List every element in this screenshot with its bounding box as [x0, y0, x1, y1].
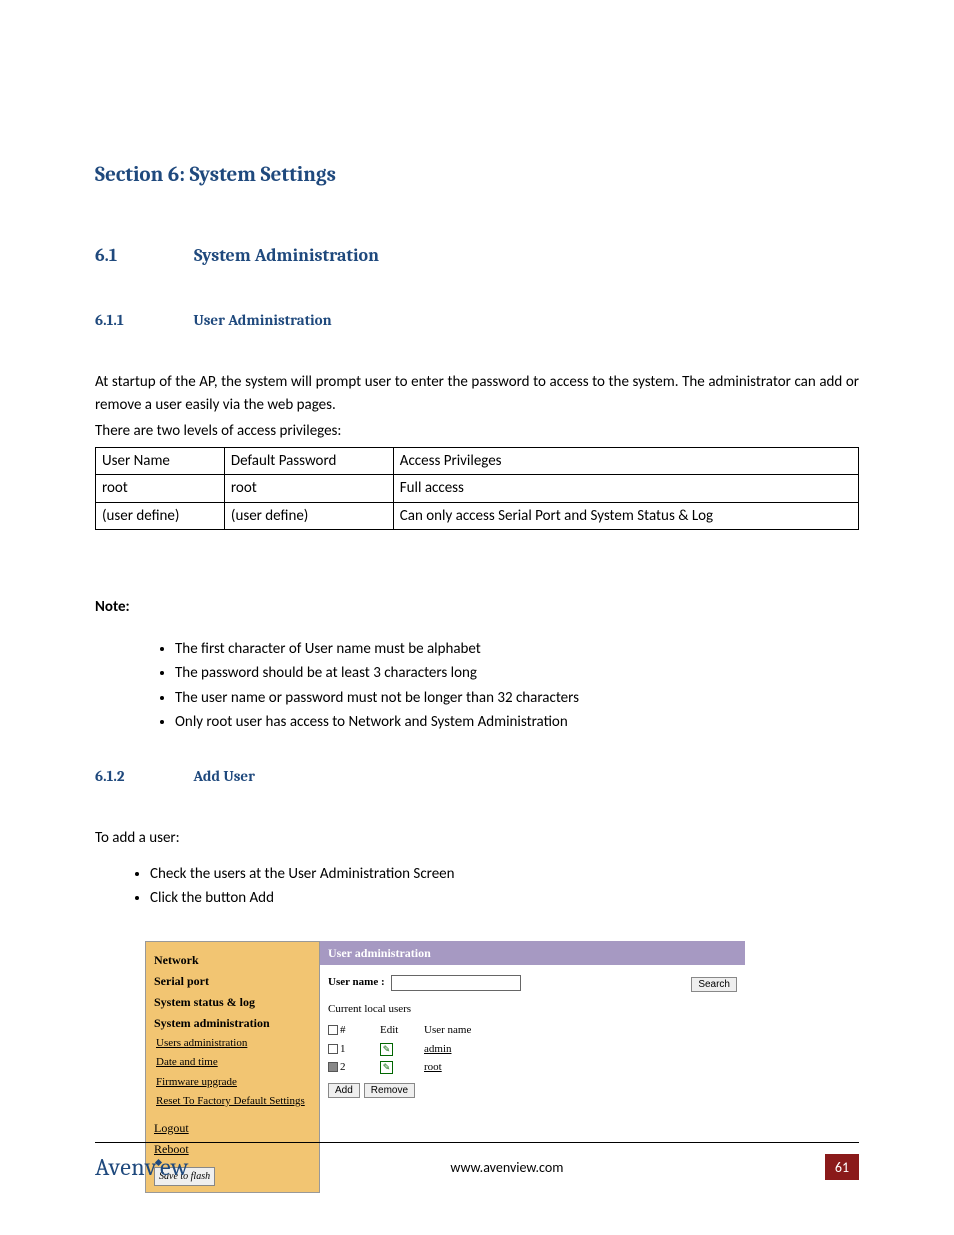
nav-system-admin[interactable]: System administration — [154, 1014, 311, 1032]
list-item: The password should be at least 3 charac… — [175, 661, 859, 686]
nav-serial-port[interactable]: Serial port — [154, 972, 311, 990]
row-index: 2 — [340, 1059, 346, 1076]
h3b-number: 6.1.2 — [95, 765, 190, 788]
row-index: 1 — [340, 1041, 346, 1058]
edit-icon[interactable]: ✎ — [380, 1061, 393, 1074]
list-item: The first character of User name must be… — [175, 637, 859, 662]
add-button[interactable]: Add — [328, 1083, 360, 1098]
note-list: The first character of User name must be… — [175, 637, 859, 735]
list-item: Only root user has access to Network and… — [175, 710, 859, 735]
privilege-intro: There are two levels of access privilege… — [95, 420, 859, 443]
current-users-heading: Current local users — [328, 1001, 737, 1018]
cell: (user define) — [224, 502, 393, 530]
brand-part-b: ew — [160, 1153, 189, 1181]
nav-system-status[interactable]: System status & log — [154, 993, 311, 1011]
nav-network[interactable]: Network — [154, 951, 311, 969]
privilege-table: User Name Default Password Access Privil… — [95, 447, 859, 531]
table-row: (user define) (user define) Can only acc… — [96, 502, 859, 530]
cell: root — [224, 475, 393, 503]
edit-icon[interactable]: ✎ — [380, 1043, 393, 1056]
h2-number: 6.1 — [95, 242, 190, 269]
brand-logo: Avenvew — [95, 1149, 189, 1185]
cell: Full access — [393, 475, 858, 503]
note-heading: Note: — [95, 596, 859, 619]
user-checkbox[interactable] — [328, 1062, 338, 1072]
h3a-number: 6.1.1 — [95, 309, 190, 332]
brand-part-a: Avenv — [95, 1153, 157, 1181]
username-label: User name : — [328, 974, 385, 991]
intro-paragraph: At startup of the AP, the system will pr… — [95, 371, 859, 416]
nav-users-admin[interactable]: Users administration — [156, 1035, 311, 1052]
list-item: Click the button Add — [150, 886, 859, 911]
user-row: 2 ✎ root — [328, 1058, 737, 1077]
h2-text: System Administration — [194, 245, 379, 266]
nav-factory-reset[interactable]: Reset To Factory Default Settings — [156, 1093, 311, 1110]
nav-logout[interactable]: Logout — [154, 1119, 311, 1137]
sub-6-1-1: 6.1.1 User Administration — [95, 309, 859, 332]
h3b-text: Add User — [193, 767, 255, 785]
user-link[interactable]: admin — [424, 1041, 452, 1058]
subsection-6-1: 6.1 System Administration — [95, 242, 859, 269]
page-footer: Avenvew www.avenview.com 61 — [95, 1142, 859, 1185]
user-checkbox[interactable] — [328, 1044, 338, 1054]
add-steps-list: Check the users at the User Administrati… — [150, 862, 859, 911]
h3a-text: User Administration — [193, 311, 331, 329]
nav-date-time[interactable]: Date and time — [156, 1054, 311, 1071]
cell: Can only access Serial Port and System S… — [393, 502, 858, 530]
col-username: User name — [424, 1022, 471, 1039]
nav-firmware[interactable]: Firmware upgrade — [156, 1074, 311, 1091]
remove-button[interactable]: Remove — [364, 1083, 415, 1098]
table-row: root root Full access — [96, 475, 859, 503]
col-num: # — [340, 1022, 346, 1039]
username-search-input[interactable] — [391, 975, 521, 991]
select-all-checkbox[interactable] — [328, 1025, 338, 1035]
panel-title: User administration — [320, 941, 745, 965]
page-number: 61 — [825, 1154, 859, 1180]
section-title: Section 6: System Settings — [95, 160, 859, 192]
search-button[interactable]: Search — [691, 977, 737, 992]
list-item: Check the users at the User Administrati… — [150, 862, 859, 887]
add-user-intro: To add a user: — [95, 827, 859, 850]
th-password: Default Password — [224, 447, 393, 475]
list-item: The user name or password must not be lo… — [175, 686, 859, 711]
footer-url: www.avenview.com — [189, 1157, 825, 1178]
cell: (user define) — [96, 502, 225, 530]
th-username: User Name — [96, 447, 225, 475]
sub-6-1-2: 6.1.2 Add User — [95, 765, 859, 788]
cell: root — [96, 475, 225, 503]
users-table: # Edit User name 1 ✎ admin 2 ✎ root — [328, 1021, 737, 1077]
col-edit: Edit — [380, 1022, 400, 1039]
th-access: Access Privileges — [393, 447, 858, 475]
user-row: 1 ✎ admin — [328, 1040, 737, 1059]
user-link[interactable]: root — [424, 1059, 442, 1076]
